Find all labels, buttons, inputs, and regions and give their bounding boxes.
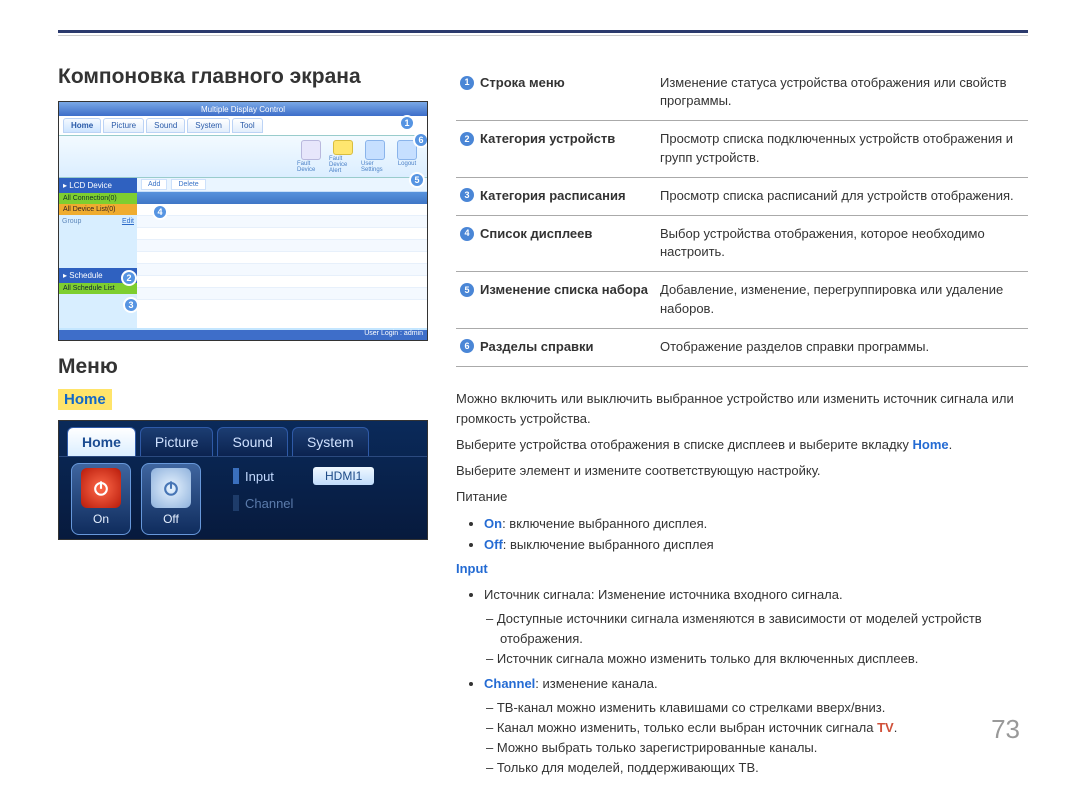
page-number: 73 [991, 714, 1020, 745]
power-icon [151, 468, 191, 508]
s2-tab-picture[interactable]: Picture [140, 427, 214, 456]
input-value[interactable]: HDMI1 [313, 467, 374, 485]
tab-home[interactable]: Home [63, 118, 101, 133]
desc-p1: Можно включить или выключить выбранное у… [456, 389, 1028, 429]
callout-6: 6 [413, 132, 428, 148]
channel-label: Channel [245, 496, 313, 511]
callout-3: 3 [123, 297, 139, 313]
delete-button[interactable]: Delete [171, 179, 205, 190]
app-titlebar: Multiple Display Control [59, 102, 427, 116]
src-dash2: Источник сигнала можно изменить только д… [500, 649, 1028, 669]
on-bullet: On: включение выбранного дисплея. [484, 514, 1028, 534]
tab-tool[interactable]: Tool [232, 118, 263, 133]
menu-bar: Home Picture Sound System Tool [59, 116, 427, 136]
main-heading: Компоновка главного экрана [58, 65, 428, 89]
input-heading: Input [456, 561, 488, 576]
tab-sound[interactable]: Sound [146, 118, 185, 133]
top-header-bar [58, 30, 1028, 37]
tool-fault-device[interactable]: Fault Device [297, 140, 325, 174]
s2-tab-sound[interactable]: Sound [217, 427, 287, 456]
callout-4: 4 [152, 204, 168, 220]
power-off-button[interactable]: Off [141, 463, 201, 535]
ch-dash2: Канал можно изменить, только если выбран… [500, 718, 1028, 738]
status-bar: User Login : admin [59, 330, 427, 340]
main-screen-screenshot: Multiple Display Control Home Picture So… [58, 101, 428, 341]
power-on-button[interactable]: On [71, 463, 131, 535]
off-bullet: Off: выключение выбранного дисплея [484, 535, 1028, 555]
power-icon [81, 468, 121, 508]
legend-table: 1Строка менюИзменение статуса устройства… [456, 65, 1028, 367]
channel-bullet: Channel: изменение канала. [484, 674, 1028, 694]
side-all-conn[interactable]: All Connection(0) [59, 193, 137, 204]
ch-dash4: Только для моделей, поддерживающих ТВ. [500, 758, 1028, 778]
callout-2: 2 [121, 270, 137, 286]
tool-fault-alert[interactable]: Fault Device Alert [329, 140, 357, 174]
power-label: Питание [456, 487, 1028, 507]
src-dash1: Доступные источники сигнала изменяются в… [500, 609, 1028, 649]
add-button[interactable]: Add [141, 179, 167, 190]
callout-1: 1 [399, 115, 415, 131]
home-highlight: Home [58, 389, 112, 410]
desc-p2: Выберите устройства отображения в списке… [456, 435, 1028, 455]
ch-dash3: Можно выбрать только зарегистрированные … [500, 738, 1028, 758]
tab-picture[interactable]: Picture [103, 118, 144, 133]
ch-dash1: ТВ-канал можно изменить клавишами со стр… [500, 698, 1028, 718]
tool-user-settings[interactable]: User Settings [361, 140, 389, 174]
source-bullet: Источник сигнала: Изменение источника вх… [484, 585, 1028, 605]
side-all-device[interactable]: All Device List(0) [59, 204, 137, 215]
desc-p3: Выберите элемент и измените соответствую… [456, 461, 1028, 481]
callout-5: 5 [409, 172, 425, 188]
side-lcd-device: ▸ LCD Device [59, 178, 137, 193]
s2-tab-home[interactable]: Home [67, 427, 136, 456]
tab-system[interactable]: System [187, 118, 230, 133]
device-list-panel: Add Delete [137, 178, 427, 328]
home-tab-screenshot: Home Picture Sound System On [58, 420, 428, 540]
toolbar: Fault Device Fault Device Alert User Set… [59, 136, 427, 178]
input-label: Input [245, 469, 313, 484]
s2-tab-system[interactable]: System [292, 427, 369, 456]
menu-heading: Меню [58, 355, 428, 379]
